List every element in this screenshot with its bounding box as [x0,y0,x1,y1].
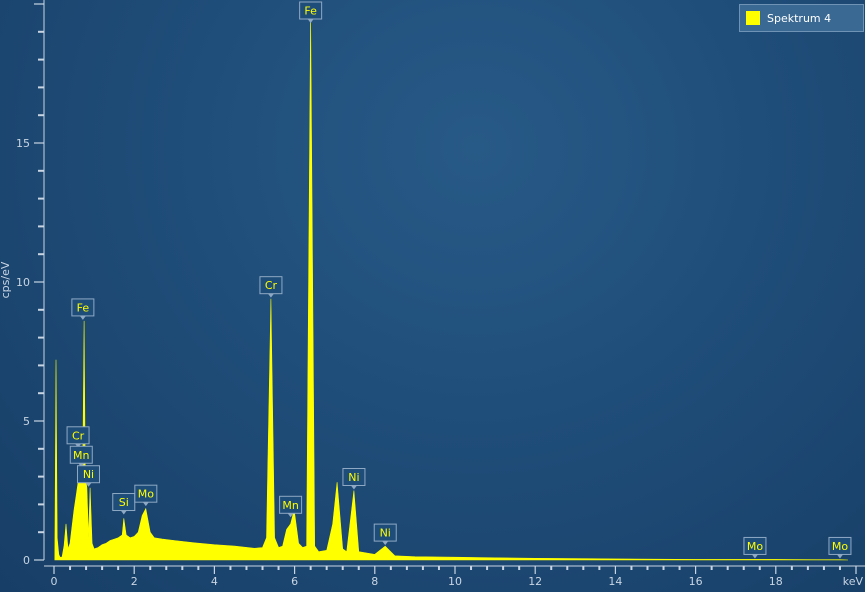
peak-label-mo: Mo [828,536,852,559]
peak-label-cr: Cr [66,426,90,448]
y-tick-label: 5 [23,415,30,428]
legend[interactable]: Spektrum 4 [739,4,864,32]
peak-label-cr: Cr [259,276,283,298]
peak-label-pointer [751,554,758,559]
peak-label-text: Ni [348,471,359,484]
peak-label-fe: Fe [299,1,323,23]
peak-label-pointer [836,554,843,559]
peak-label-pointer [142,502,149,507]
x-axis-label: keV [843,575,864,588]
y-tick-label: 15 [16,137,30,150]
peak-label-text: Mo [747,540,763,553]
peak-label-text: Fe [304,5,317,18]
peak-label-text: Mo [832,540,848,553]
peak-label-mn: Mn [69,445,93,468]
peak-label-fe: Fe [71,298,95,320]
y-tick-label: 0 [23,554,30,567]
peak-label-pointer [79,315,86,320]
x-tick-label: 16 [689,575,703,588]
x-tick-label: 6 [291,575,298,588]
spectrum-area [54,15,849,561]
peak-label-pointer [120,510,127,515]
peak-label-text: Mn [282,499,298,512]
peak-label-pointer [267,293,274,298]
peak-label-text: Si [119,496,129,509]
y-axis-label: cps/eV [0,261,12,298]
peak-label-text: Ni [380,527,391,540]
spectrum-chart: 0 5 10 15 cps/eV 0 2 4 6 8 10 12 14 16 18 keV Fe Fe Cr Cr Mn… [0,0,865,592]
peak-label-text: Mo [138,488,154,501]
peak-label-mo: Mo [743,536,767,559]
peak-label-si: Si [112,493,136,515]
x-tick-label: 12 [528,575,542,588]
spectrum-plot: 0 5 10 15 cps/eV 0 2 4 6 8 10 12 14 16 18 keV Fe Fe Cr Cr Mn… [0,0,865,588]
peak-label-text: Fe [77,301,90,314]
x-tick-label: 4 [211,575,218,588]
peak-label-text: Cr [265,279,278,292]
x-tick-label: 0 [51,575,58,588]
peak-label-text: Mn [73,449,89,462]
peak-label-text: Cr [72,429,85,442]
peak-label-ni: Ni [342,468,366,490]
x-tick-label: 18 [769,575,783,588]
peak-label-pointer [382,541,389,546]
x-tick-label: 14 [608,575,622,588]
peak-label-ni: Ni [373,523,397,546]
x-tick-label: 2 [131,575,138,588]
legend-swatch [746,11,760,25]
peak-label-text: Ni [83,468,94,481]
peak-label-pointer [307,19,314,23]
y-tick-label: 10 [16,276,30,289]
x-tick-label: 8 [371,575,378,588]
x-tick-label: 10 [448,575,462,588]
peak-label-mn: Mn [279,495,303,518]
peak-label-pointer [350,485,357,490]
legend-label: Spektrum 4 [767,11,832,25]
peak-label-mo: Mo [134,484,158,507]
